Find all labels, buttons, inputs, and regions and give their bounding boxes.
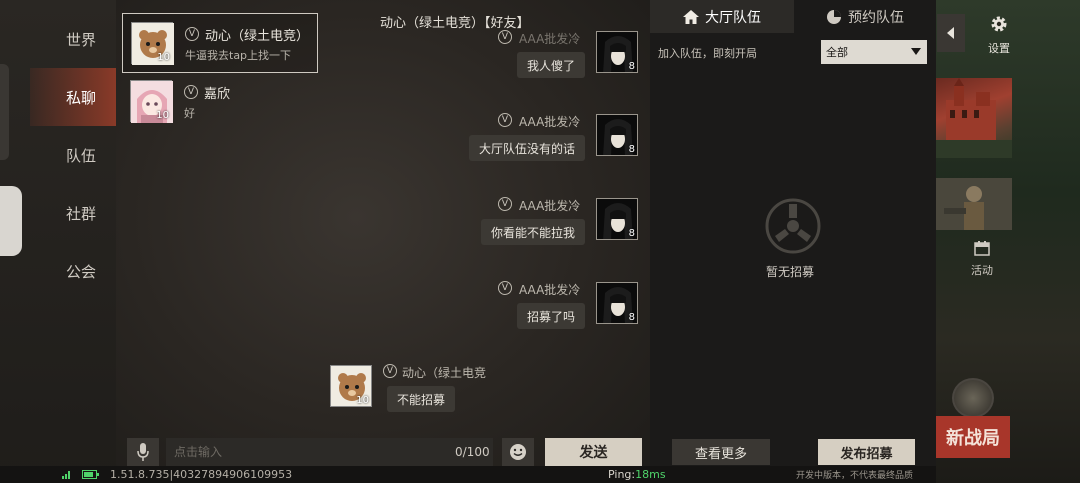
nav-item-guild[interactable]: 公会 bbox=[30, 242, 116, 300]
message-sender: AAA批发冷 bbox=[519, 283, 581, 297]
version-text: 1.51.8.735|40327894906109953 bbox=[110, 468, 293, 481]
avatar: 10 bbox=[130, 80, 173, 123]
vip-badge: V bbox=[498, 113, 512, 127]
message-text: 招募了吗 bbox=[527, 309, 576, 324]
vip-badge: V bbox=[383, 364, 397, 378]
vip-badge: V bbox=[185, 27, 199, 41]
empty-recruit-icon bbox=[765, 198, 821, 254]
level-badge: 8 bbox=[628, 312, 635, 323]
nav-item-label: 私聊 bbox=[66, 88, 97, 107]
tab-label: 大厅队伍 bbox=[705, 9, 761, 26]
nav-item-label: 世界 bbox=[66, 30, 97, 49]
avatar[interactable]: 8 bbox=[596, 31, 638, 73]
message-bubble: 大厅队伍没有的话 bbox=[469, 135, 586, 161]
activity-button[interactable]: 活动 bbox=[962, 240, 1002, 278]
nav-item-label: 社群 bbox=[66, 204, 97, 223]
activity-label: 活动 bbox=[971, 264, 993, 277]
settings-button[interactable]: 设置 bbox=[982, 14, 1016, 56]
message-sender: AAA批发冷 bbox=[519, 199, 581, 213]
ping-label: Ping: bbox=[608, 468, 636, 481]
nav-item-team[interactable]: 队伍 bbox=[30, 126, 116, 184]
message-sender: AAA批发冷 bbox=[519, 115, 581, 129]
team-filter-dropdown[interactable]: 全部 bbox=[821, 40, 927, 64]
message-bubble: 我人傻了 bbox=[517, 52, 586, 78]
level-badge: 8 bbox=[628, 61, 635, 72]
avatar[interactable]: 8 bbox=[596, 198, 638, 240]
pie-clock-icon bbox=[827, 9, 841, 24]
signal-icon bbox=[62, 471, 70, 479]
level-badge: 10 bbox=[157, 52, 170, 63]
vip-badge: V bbox=[498, 281, 512, 295]
chevron-down-icon bbox=[911, 48, 921, 55]
publish-recruit-button[interactable]: 发布招募 bbox=[818, 439, 915, 465]
conversation-item[interactable]: 10 V 嘉欣 好 bbox=[122, 72, 318, 132]
message-bubble: 不能招募 bbox=[387, 386, 456, 412]
beta-notice: 开发中版本，不代表最终品质 bbox=[796, 471, 914, 481]
message-text: 我人傻了 bbox=[527, 58, 576, 73]
message-sender: 动心（绿土电竞 bbox=[402, 366, 487, 380]
ping-value: 18ms bbox=[635, 468, 666, 481]
chat-input[interactable] bbox=[166, 438, 493, 466]
avatar[interactable]: 10 bbox=[330, 365, 372, 407]
nav-item-private-chat[interactable]: 私聊 bbox=[30, 68, 116, 126]
smiley-icon bbox=[510, 444, 526, 460]
view-more-button[interactable]: 查看更多 bbox=[672, 439, 770, 465]
nav-item-label: 队伍 bbox=[66, 146, 97, 165]
event-thumbnail[interactable] bbox=[936, 78, 1012, 158]
vip-badge: V bbox=[498, 197, 512, 211]
send-button[interactable]: 发送 bbox=[545, 438, 642, 466]
filter-value: 全部 bbox=[826, 46, 848, 59]
battery-icon bbox=[82, 470, 99, 479]
new-battle-button[interactable]: 新战局 bbox=[936, 416, 1010, 458]
level-badge: 8 bbox=[628, 228, 635, 239]
collapse-panel-button[interactable] bbox=[937, 14, 965, 52]
side-drawer-handle[interactable] bbox=[0, 186, 22, 256]
ping-indicator: Ping:18ms bbox=[608, 468, 666, 481]
level-badge: 10 bbox=[356, 395, 369, 406]
vip-badge: V bbox=[184, 85, 198, 99]
calendar-icon bbox=[974, 241, 990, 256]
conversation-name: 动心（绿土电竞） bbox=[205, 29, 310, 44]
conversation-item[interactable]: 10 V 动心（绿土电竞） 牛逼我去tap上找一下 bbox=[122, 13, 318, 73]
char-counter: 0/100 bbox=[455, 445, 490, 459]
message-text: 你看能不能拉我 bbox=[491, 225, 576, 240]
home-icon bbox=[683, 9, 699, 24]
tab-label: 预约队伍 bbox=[848, 9, 904, 26]
gear-icon bbox=[991, 16, 1007, 32]
nav-item-label: 公会 bbox=[66, 262, 97, 281]
conversation-name: 嘉欣 bbox=[204, 87, 231, 102]
voice-button[interactable] bbox=[127, 438, 159, 466]
tab-reserved-teams[interactable]: 预约队伍 bbox=[794, 0, 936, 33]
castle-image bbox=[936, 78, 1012, 158]
message-sender: AAA批发冷 bbox=[519, 32, 581, 46]
nav-item-community[interactable]: 社群 bbox=[30, 184, 116, 242]
avatar[interactable]: 8 bbox=[596, 282, 638, 324]
conversation-preview: 好 bbox=[184, 107, 195, 120]
message-text: 不能招募 bbox=[397, 392, 446, 407]
tab-lobby-teams[interactable]: 大厅队伍 bbox=[650, 0, 794, 33]
emoji-button[interactable] bbox=[502, 438, 534, 466]
avatar[interactable]: 8 bbox=[596, 114, 638, 156]
empty-state-text: 暂无招募 bbox=[766, 265, 815, 279]
conversation-preview: 牛逼我去tap上找一下 bbox=[185, 49, 292, 62]
message-bubble: 你看能不能拉我 bbox=[481, 219, 586, 245]
vip-badge: V bbox=[498, 30, 512, 44]
side-handle[interactable] bbox=[0, 64, 9, 160]
chat-title: 动心（绿土电竞）【好友】 bbox=[380, 16, 530, 31]
microphone-icon bbox=[137, 443, 149, 461]
battle-mode-icon[interactable] bbox=[952, 378, 994, 418]
message-text: 大厅队伍没有的话 bbox=[479, 141, 576, 156]
soldier-image bbox=[936, 178, 1012, 230]
level-badge: 10 bbox=[156, 110, 169, 121]
settings-label: 设置 bbox=[988, 42, 1010, 55]
avatar: 10 bbox=[131, 22, 174, 65]
nav-item-world[interactable]: 世界 bbox=[30, 10, 116, 68]
join-team-label: 加入队伍，即刻开局 bbox=[658, 47, 757, 60]
message-bubble: 招募了吗 bbox=[517, 303, 586, 329]
level-badge: 8 bbox=[628, 144, 635, 155]
event-thumbnail[interactable] bbox=[936, 178, 1012, 230]
chevron-left-icon bbox=[947, 27, 954, 39]
